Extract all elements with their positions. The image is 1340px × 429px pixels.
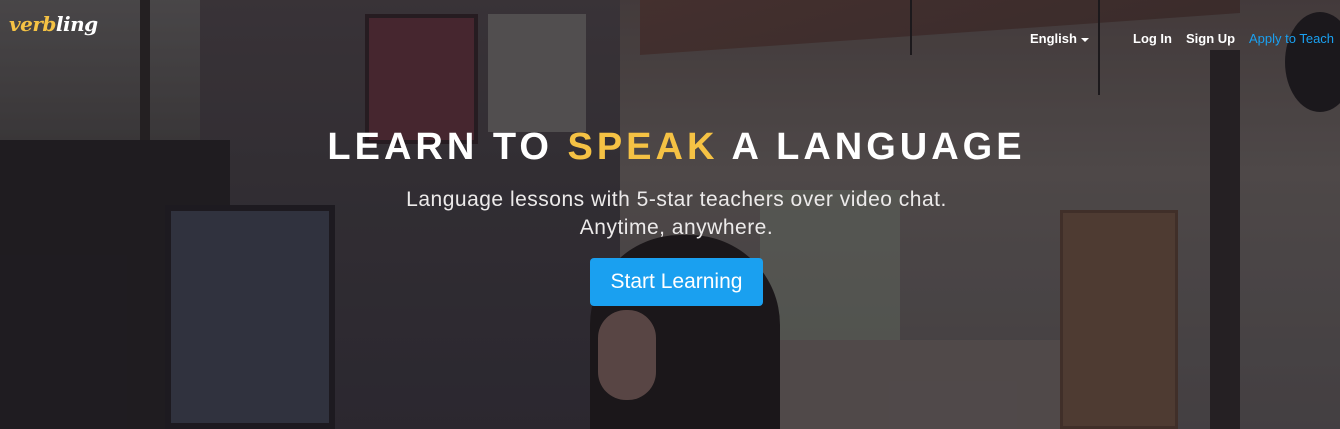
subtitle-line2: Anytime, anywhere. — [579, 216, 774, 239]
subtitle-line1: Language lessons with 5-star teachers ov… — [406, 188, 947, 211]
logo[interactable]: verbling — [9, 12, 98, 36]
language-label: English — [1030, 31, 1077, 46]
signup-link[interactable]: Sign Up — [1186, 31, 1235, 47]
hero-subtitle: Language lessons with 5-star teachers ov… — [0, 186, 1340, 242]
headline-part2: A LANGUAGE — [718, 126, 1026, 168]
language-selector[interactable]: English — [1030, 31, 1089, 47]
headline-part1: LEARN TO — [327, 126, 568, 168]
apply-to-teach-link[interactable]: Apply to Teach — [1249, 31, 1334, 47]
logo-accent: verb — [9, 12, 56, 36]
logo-rest: ling — [55, 12, 98, 36]
start-learning-button[interactable]: Start Learning — [590, 258, 763, 306]
headline-accent: SPEAK — [567, 126, 719, 168]
hero-headline: LEARN TO SPEAK A LANGUAGE — [0, 124, 1340, 170]
chevron-down-icon — [1080, 38, 1089, 42]
login-link[interactable]: Log In — [1133, 31, 1172, 47]
